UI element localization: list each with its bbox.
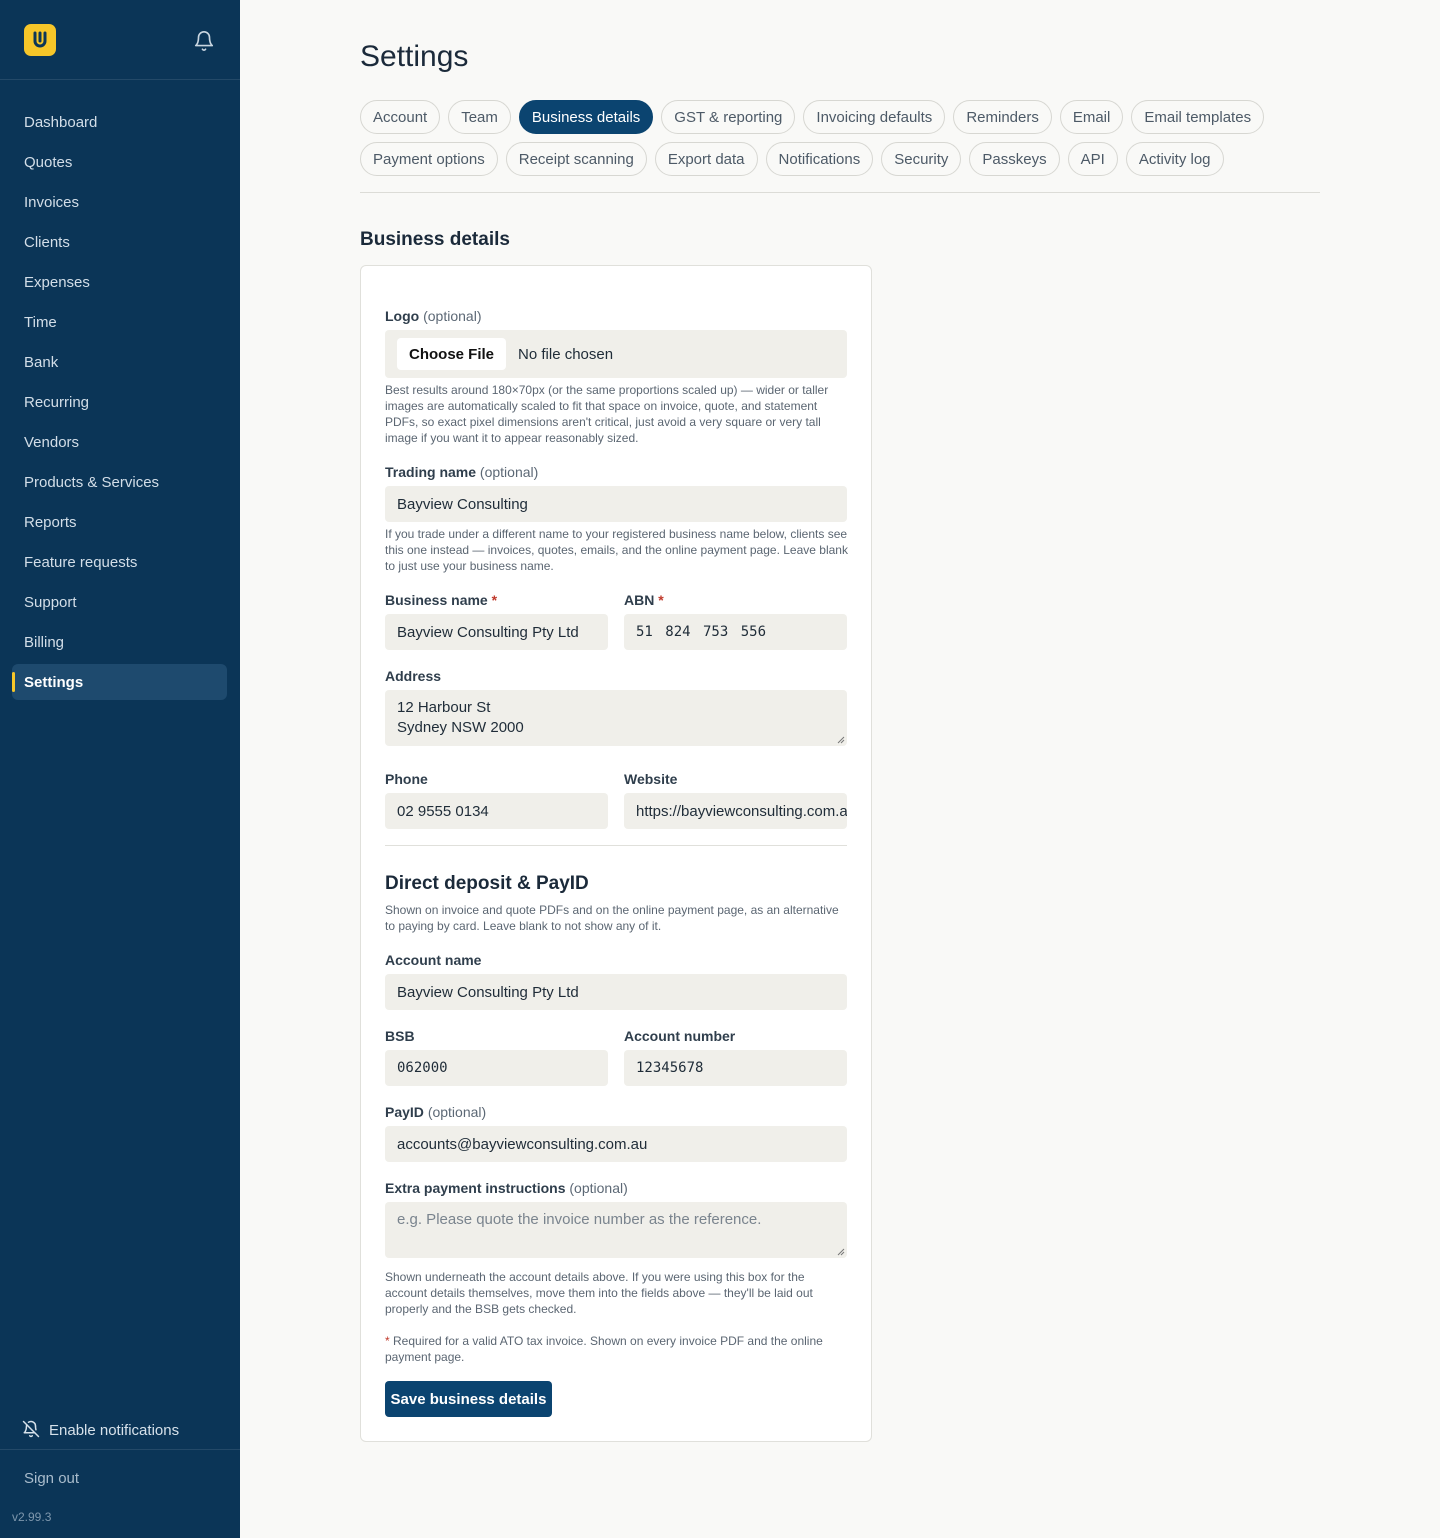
file-status: No file chosen [518, 345, 614, 363]
tab-email[interactable]: Email [1059, 100, 1124, 134]
business-name-input[interactable]: Bayview Consulting Pty Ltd [385, 614, 608, 650]
settings-tabs: Account Team Business details GST & repo… [360, 100, 1320, 184]
direct-deposit-title: Direct deposit & PayID [385, 873, 589, 894]
resize-grip-icon[interactable] [837, 736, 845, 744]
bsb-label: BSB [385, 1028, 415, 1044]
business-name-label: Business name * [385, 592, 498, 608]
enable-notifications-label: Enable notifications [49, 1422, 180, 1439]
tab-account[interactable]: Account [360, 100, 441, 134]
required-note: * Required for a valid ATO tax invoice. … [385, 1334, 823, 1364]
abn-label: ABN * [624, 592, 664, 608]
trading-name-input[interactable]: Bayview Consulting [385, 486, 847, 522]
sidebar-item-bank[interactable]: Bank [12, 344, 227, 380]
sidebar-item-billing[interactable]: Billing [12, 624, 227, 660]
resize-grip-icon[interactable] [837, 1248, 845, 1256]
extra-instructions-textarea[interactable]: e.g. Please quote the invoice number as … [385, 1202, 847, 1258]
tab-export-data[interactable]: Export data [654, 142, 758, 176]
phone-input[interactable]: 02 9555 0134 [385, 793, 608, 829]
sidebar-item-feature-requests[interactable]: Feature requests [12, 544, 227, 580]
tab-receipt-scanning[interactable]: Receipt scanning [505, 142, 647, 176]
tab-invoicing-defaults[interactable]: Invoicing defaults [803, 100, 946, 134]
account-number-label: Account number [624, 1028, 736, 1044]
bsb-input[interactable]: 062000 [385, 1050, 608, 1086]
sidebar-item-settings[interactable]: Settings [12, 664, 227, 700]
sidebar-header [0, 0, 240, 80]
tab-activity-log[interactable]: Activity log [1125, 142, 1224, 176]
app-version: v2.99.3 [12, 1510, 52, 1524]
payid-input[interactable]: accounts@bayviewconsulting.com.au [385, 1126, 847, 1162]
extra-instructions-help-text: Shown underneath the account details abo… [385, 1270, 813, 1316]
logo-label: Logo (optional) [385, 308, 482, 324]
tab-passkeys[interactable]: Passkeys [969, 142, 1060, 176]
address-label: Address [385, 668, 442, 684]
tab-api[interactable]: API [1067, 142, 1118, 176]
sidebar-nav: Dashboard Quotes Invoices Clients Expens… [12, 104, 227, 704]
sidebar-item-time[interactable]: Time [12, 304, 227, 340]
sidebar-item-expenses[interactable]: Expenses [12, 264, 227, 300]
abn-input[interactable]: 51 824 753 556 [624, 614, 847, 650]
tab-notifications[interactable]: Notifications [765, 142, 874, 176]
sidebar-item-products-services[interactable]: Products & Services [12, 464, 227, 500]
tab-reminders[interactable]: Reminders [953, 100, 1052, 134]
account-number-input[interactable]: 12345678 [624, 1050, 847, 1086]
logo-help-text: Best results around 180×70px (or the sam… [385, 383, 829, 445]
phone-label: Phone [385, 771, 428, 787]
tab-business-details[interactable]: Business details [518, 100, 654, 134]
logo-file-input[interactable]: Choose File No file chosen [385, 330, 847, 378]
sidebar-item-reports[interactable]: Reports [12, 504, 227, 540]
sidebar: Dashboard Quotes Invoices Clients Expens… [0, 0, 240, 1538]
sidebar-item-dashboard[interactable]: Dashboard [12, 104, 227, 140]
tab-payment-options[interactable]: Payment options [360, 142, 498, 176]
tabs-row-2: Payment options Receipt scanning Export … [360, 142, 1320, 176]
payid-label: PayID (optional) [385, 1104, 487, 1120]
direct-deposit-help-text: Shown on invoice and quote PDFs and on t… [385, 903, 839, 933]
account-name-input[interactable]: Bayview Consulting Pty Ltd [385, 974, 847, 1010]
website-input[interactable]: https://bayviewconsulting.com.au [624, 793, 847, 829]
page-title: Settings [360, 40, 469, 73]
enable-notifications-button[interactable]: Enable notifications [0, 1412, 240, 1450]
website-label: Website [624, 771, 678, 787]
tabs-row-1: Account Team Business details GST & repo… [360, 100, 1320, 134]
extra-instructions-placeholder: e.g. Please quote the invoice number as … [397, 1211, 762, 1228]
brand-logo-icon[interactable] [24, 24, 56, 56]
tab-email-templates[interactable]: Email templates [1131, 100, 1265, 134]
sign-out-link[interactable]: Sign out [24, 1470, 79, 1487]
account-name-label: Account name [385, 952, 482, 968]
tab-team[interactable]: Team [448, 100, 511, 134]
sidebar-item-vendors[interactable]: Vendors [12, 424, 227, 460]
bell-off-icon [22, 1420, 49, 1442]
sidebar-item-clients[interactable]: Clients [12, 224, 227, 260]
trading-name-help-text: If you trade under a different name to y… [385, 527, 848, 573]
bell-icon[interactable] [193, 30, 215, 52]
business-details-card: Logo (optional) Choose File No file chos… [360, 265, 872, 1442]
address-line-2: Sydney NSW 2000 [397, 719, 524, 736]
card-divider [385, 845, 847, 846]
sidebar-item-support[interactable]: Support [12, 584, 227, 620]
save-business-details-button[interactable]: Save business details [385, 1381, 552, 1417]
tabs-divider [360, 192, 1320, 193]
extra-instructions-label: Extra payment instructions (optional) [385, 1180, 628, 1196]
sidebar-item-quotes[interactable]: Quotes [12, 144, 227, 180]
choose-file-button[interactable]: Choose File [397, 338, 507, 370]
sidebar-item-invoices[interactable]: Invoices [12, 184, 227, 220]
address-textarea[interactable]: 12 Harbour St Sydney NSW 2000 [385, 690, 847, 746]
tab-security[interactable]: Security [881, 142, 962, 176]
tab-gst-reporting[interactable]: GST & reporting [661, 100, 796, 134]
section-title: Business details [360, 229, 510, 250]
sidebar-item-recurring[interactable]: Recurring [12, 384, 227, 420]
address-line-1: 12 Harbour St [397, 699, 491, 716]
trading-name-label: Trading name (optional) [385, 464, 539, 480]
